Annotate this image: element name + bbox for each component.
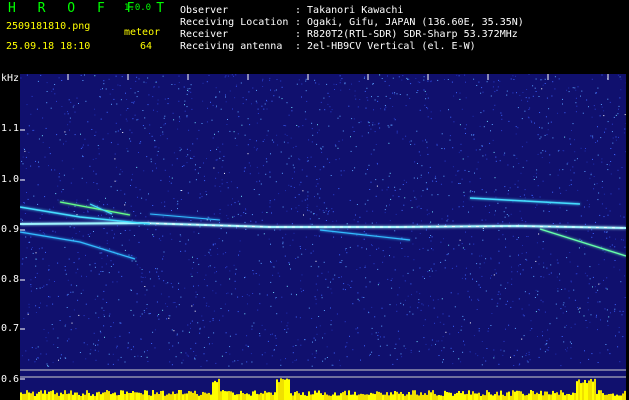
- y-tick-label: 1.0: [1, 174, 20, 185]
- y-tick-label: 0.7: [1, 323, 20, 334]
- location-value: : Ogaki, Gifu, JAPAN (136.60E, 35.35N): [295, 17, 524, 28]
- antenna-label: Receiving antenna: [180, 41, 283, 52]
- y-axis-unit: kHz: [1, 73, 20, 84]
- filename: 2509181810.png: [6, 21, 91, 32]
- spectrogram-background: [20, 74, 626, 400]
- meteor-count-label: meteor: [124, 27, 161, 38]
- receiver-value: : R820T2(RTL-SDR) SDR-Sharp 53.372MHz: [295, 29, 518, 40]
- antenna-value: : 2el-HB9CV Vertical (el. E-W): [295, 41, 476, 52]
- y-tick-label: 0.9: [1, 224, 20, 235]
- y-tick-label: 0.6: [1, 374, 20, 385]
- app-version: 1.0.0: [124, 3, 152, 13]
- y-tick-label: 1.1: [1, 123, 20, 134]
- observer-label: Observer: [180, 5, 229, 16]
- meteor-count: 64: [140, 41, 153, 52]
- spectrogram-plot: [20, 74, 626, 400]
- location-label: Receiving Location: [180, 17, 289, 28]
- observer-value: : Takanori Kawachi: [295, 5, 404, 16]
- y-tick-label: 0.8: [1, 274, 20, 285]
- receiver-label: Receiver: [180, 29, 229, 40]
- datetime: 25.09.18 18:10: [6, 41, 91, 52]
